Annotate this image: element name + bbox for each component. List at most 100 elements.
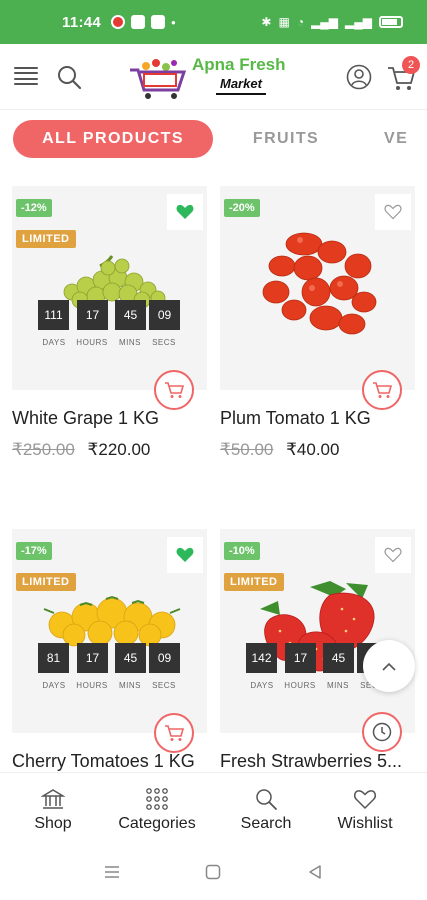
countdown-mins: 45 xyxy=(115,643,146,673)
product-title[interactable]: Cherry Tomatoes 1 KG xyxy=(12,751,207,772)
plum-tomato-image xyxy=(262,232,377,335)
sale-price: ₹220.00 xyxy=(87,440,151,459)
product-grid: -12% LIMITED 111 17 45 09 DAYS HOURS MIN… xyxy=(0,186,427,772)
countdown-label-days: DAYS xyxy=(42,681,66,690)
recent-apps-icon[interactable] xyxy=(104,865,120,879)
limited-badge: LIMITED xyxy=(16,573,76,591)
countdown-label-secs: SECS xyxy=(152,338,176,347)
old-price: ₹50.00 xyxy=(220,440,274,459)
discount-badge: -17% xyxy=(16,542,52,560)
battery-icon xyxy=(379,16,403,28)
price-row: ₹50.00 ₹40.00 xyxy=(220,440,339,460)
countdown-hours: 17 xyxy=(285,643,316,673)
countdown-timer: 111 17 45 09 DAYS HOURS MINS SECS xyxy=(28,300,188,350)
menu-icon[interactable] xyxy=(14,67,38,85)
product-card[interactable]: -12% LIMITED 111 17 45 09 DAYS HOURS MIN… xyxy=(12,186,207,486)
limited-badge: LIMITED xyxy=(16,230,76,248)
recently-viewed-button[interactable] xyxy=(362,712,402,752)
categories-icon xyxy=(146,788,168,810)
nav-search-label: Search xyxy=(240,815,292,832)
product-image[interactable]: -17% LIMITED 81 17 45 09 DAYS HOURS MINS… xyxy=(12,529,207,733)
old-price: ₹250.00 xyxy=(12,440,75,459)
nav-shop-label: Shop xyxy=(34,815,72,832)
countdown-secs: 09 xyxy=(149,300,180,330)
product-image[interactable]: -10% LIMITED 142 17 45 09 DAYS HOURS MIN… xyxy=(220,529,415,733)
user-icon[interactable] xyxy=(346,64,372,90)
heart-icon xyxy=(354,790,376,810)
countdown-hours: 17 xyxy=(77,300,108,330)
heart-filled-icon xyxy=(176,547,194,562)
wishlist-button[interactable] xyxy=(375,537,411,573)
app-logo[interactable]: Apna Fresh Market xyxy=(126,52,302,102)
search-icon xyxy=(256,789,277,810)
tab-fruits[interactable]: FRUITS xyxy=(236,120,336,158)
jio-icon xyxy=(111,15,126,29)
heart-outline-icon xyxy=(384,547,402,563)
wifi-icon: ◔ xyxy=(296,15,305,29)
product-title[interactable]: Fresh Strawberries 5... xyxy=(220,751,415,772)
status-time: 11:44 xyxy=(62,13,102,31)
nav-shop[interactable]: Shop xyxy=(3,787,103,833)
countdown-label-days: DAYS xyxy=(42,338,66,347)
countdown-label-days: DAYS xyxy=(250,681,274,690)
nav-wishlist-label: Wishlist xyxy=(337,815,393,832)
dot-icon: ● xyxy=(171,17,176,27)
cart-icon xyxy=(373,382,392,398)
wishlist-button[interactable] xyxy=(167,194,203,230)
system-navigation-bar xyxy=(0,846,427,900)
countdown-secs: 09 xyxy=(149,643,180,673)
tab-all-products[interactable]: ALL PRODUCTS xyxy=(13,120,213,158)
bottom-navigation: Shop Categories Search Wishlist xyxy=(0,772,427,846)
product-card[interactable]: -17% LIMITED 81 17 45 09 DAYS HOURS MINS… xyxy=(12,529,207,772)
status-notification-icons: ● xyxy=(111,15,176,29)
status-bar: 11:44 ● ✱ ▦ ◔ ▂▄▆ ▂▄▆ xyxy=(0,0,427,44)
cherry-tomato-image xyxy=(43,595,181,647)
nav-categories-label: Categories xyxy=(118,815,196,832)
discount-badge: -20% xyxy=(224,199,260,217)
discount-badge: -12% xyxy=(16,199,52,217)
nav-search[interactable]: Search xyxy=(216,787,316,833)
scroll-to-top-button[interactable] xyxy=(363,640,415,692)
shop-icon xyxy=(41,789,65,809)
wishlist-button[interactable] xyxy=(375,194,411,230)
volte-icon: ▦ xyxy=(278,15,290,29)
app-header: Apna Fresh Market 2 xyxy=(0,44,427,110)
clock-icon xyxy=(372,722,392,742)
search-icon[interactable] xyxy=(56,64,82,90)
countdown-timer: 81 17 45 09 DAYS HOURS MINS SECS xyxy=(28,643,188,693)
heart-outline-icon xyxy=(384,204,402,220)
countdown-days: 81 xyxy=(38,643,69,673)
chevron-up-icon xyxy=(382,662,396,671)
countdown-label-hours: HOURS xyxy=(76,681,108,690)
sale-price: ₹40.00 xyxy=(286,440,340,459)
nav-categories[interactable]: Categories xyxy=(107,787,207,833)
add-to-cart-button[interactable] xyxy=(362,370,402,410)
countdown-mins: 45 xyxy=(115,300,146,330)
countdown-label-secs: SECS xyxy=(152,681,176,690)
limited-badge: LIMITED xyxy=(224,573,284,591)
cart-count-badge: 2 xyxy=(402,56,420,74)
add-to-cart-button[interactable] xyxy=(154,370,194,410)
add-to-cart-button[interactable] xyxy=(154,713,194,753)
product-title[interactable]: Plum Tomato 1 KG xyxy=(220,408,415,429)
countdown-hours: 17 xyxy=(77,643,108,673)
home-icon[interactable] xyxy=(205,864,221,880)
logo-subtitle: Market xyxy=(216,76,266,95)
product-image[interactable]: -20% xyxy=(220,186,415,390)
countdown-days: 142 xyxy=(246,643,277,673)
countdown-mins: 45 xyxy=(323,643,354,673)
cart-icon xyxy=(165,382,184,398)
logo-title: Apna Fresh xyxy=(192,55,286,74)
wishlist-button[interactable] xyxy=(167,537,203,573)
product-title[interactable]: White Grape 1 KG xyxy=(12,408,207,429)
signal-icon-1: ▂▄▆ xyxy=(311,15,339,29)
signal-icon-2: ▂▄▆ xyxy=(345,15,372,29)
bluetooth-icon: ✱ xyxy=(261,15,272,29)
back-icon[interactable] xyxy=(308,864,322,880)
product-card[interactable]: -20% Plum Tomato 1 KG ₹50.00 ₹40.00 xyxy=(220,186,415,486)
nav-wishlist[interactable]: Wishlist xyxy=(315,787,415,833)
tab-vegetables[interactable]: VE xyxy=(384,120,427,158)
heart-filled-icon xyxy=(176,204,194,219)
product-image[interactable]: -12% LIMITED 111 17 45 09 DAYS HOURS MIN… xyxy=(12,186,207,390)
price-row: ₹250.00 ₹220.00 xyxy=(12,440,150,460)
